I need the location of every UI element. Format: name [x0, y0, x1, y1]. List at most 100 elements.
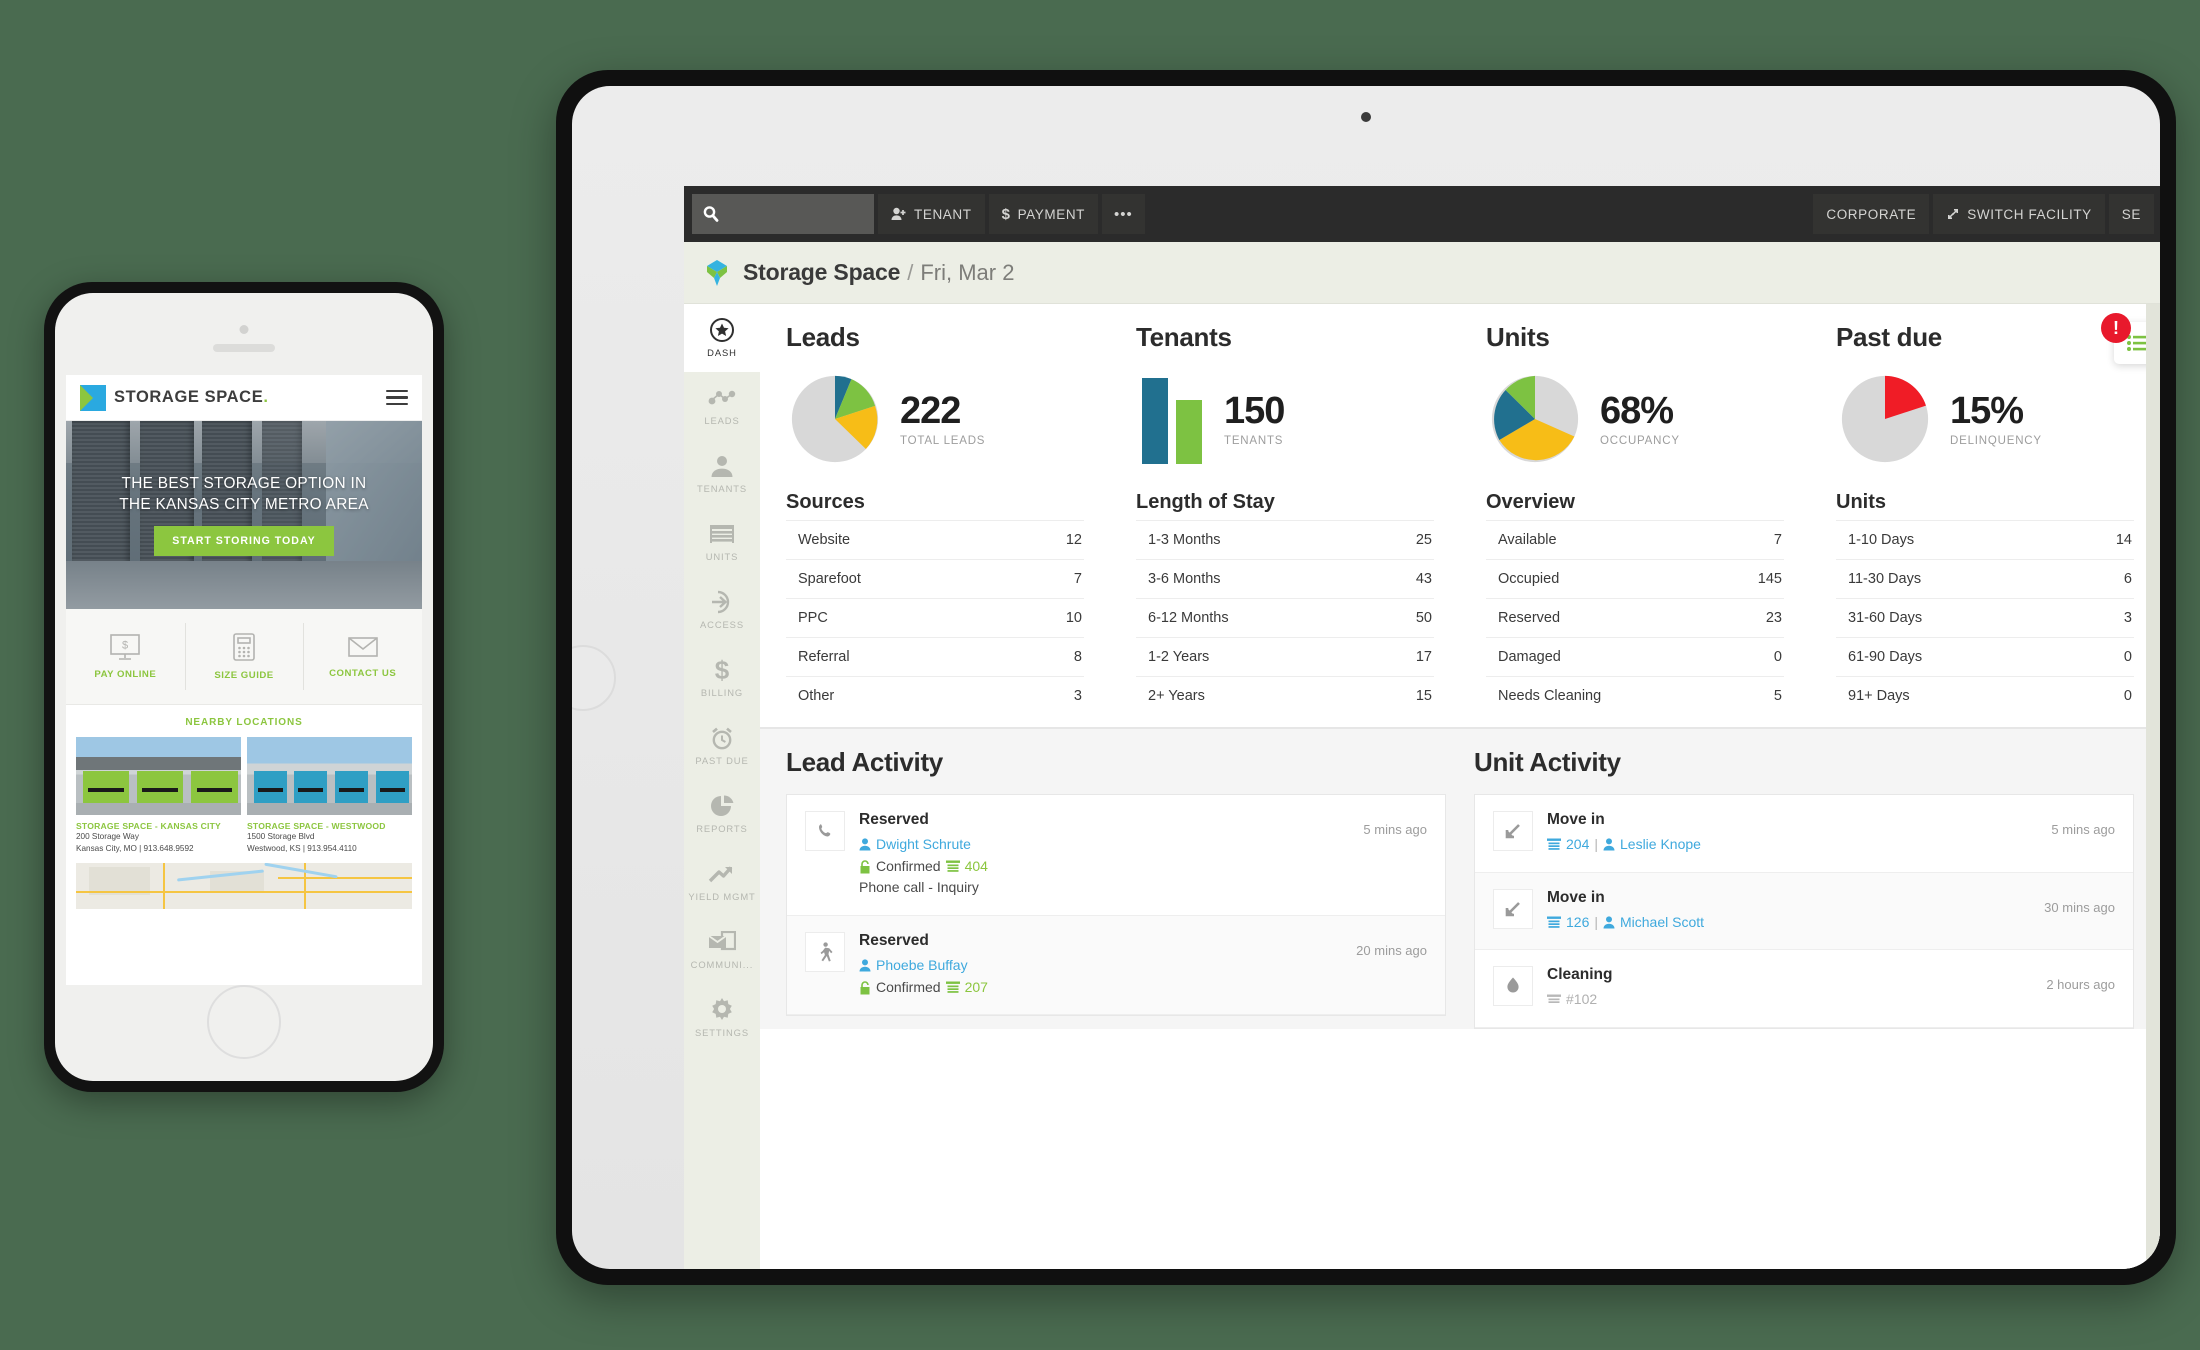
activity-unit-link[interactable]: 126 [1566, 912, 1589, 934]
table-row[interactable]: PPC 10 [786, 598, 1084, 637]
sidebar-item-reports[interactable]: REPORTS [684, 780, 760, 848]
table-row[interactable]: 31-60 Days 3 [1836, 598, 2134, 637]
row-value: 50 [1415, 610, 1432, 626]
table-row[interactable]: Occupied 145 [1486, 559, 1784, 598]
mobile-logo-text: STORAGE SPACE. [114, 388, 269, 407]
list-item[interactable]: Move in 126 | Michael Scott 30 mins ago [1475, 872, 2133, 951]
list-item[interactable]: Cleaning #102 2 hours ago [1475, 950, 2133, 1029]
droplet-icon [1493, 966, 1533, 1007]
row-value: 10 [1065, 610, 1082, 626]
tablet-home-button[interactable] [572, 644, 616, 711]
corporate-button[interactable]: CORPORATE [1813, 194, 1930, 234]
sidebar-item-leads[interactable]: LEADS [684, 372, 760, 440]
sidebar-item-billing[interactable]: $ BILLING [684, 644, 760, 712]
table-row[interactable]: 3-6 Months 43 [1136, 559, 1434, 598]
sidebar-label: TENANTS [696, 483, 748, 494]
sidebar-item-dash[interactable]: DASH [684, 304, 760, 372]
list-item[interactable]: Reserved Phoebe Buffay Confirmed 207 20 … [787, 916, 1445, 1016]
phone-home-button[interactable] [207, 985, 281, 1059]
table-row[interactable]: 2+ Years 15 [1136, 676, 1434, 715]
row-label: 11-30 Days [1848, 571, 1922, 587]
table-row[interactable]: 11-30 Days 6 [1836, 559, 2134, 598]
list-item[interactable]: Reserved Dwight Schrute Confirmed 404 Ph… [787, 795, 1445, 917]
activity-status: Reserved [859, 932, 929, 950]
payment-button[interactable]: $ PAYMENT [988, 194, 1099, 234]
pie-chart-icon [709, 794, 735, 818]
activity-unit-link[interactable]: 204 [1566, 834, 1589, 856]
activity-person-link[interactable]: Phoebe Buffay [876, 955, 968, 977]
more-button[interactable]: ••• [1102, 194, 1145, 234]
activity-time: 20 mins ago [1356, 943, 1427, 959]
switch-icon [1948, 209, 1959, 219]
past-due-units-table: 1-10 Days 14 11-30 Days 6 31-60 Days 3 61-9… [1836, 520, 2134, 715]
table-row[interactable]: 1-3 Months 25 [1136, 520, 1434, 559]
kpi-value: 15% [1950, 389, 2024, 432]
pay-online-label: PAY ONLINE [94, 669, 157, 680]
sidebar-item-units[interactable]: UNITS [684, 508, 760, 576]
activity-unit-link[interactable]: 207 [965, 977, 988, 999]
table-row[interactable]: 1-10 Days 14 [1836, 520, 2134, 559]
location-card[interactable]: STORAGE SPACE - KANSAS CITY 200 Storage … [76, 737, 241, 855]
switch-facility-label: SWITCH FACILITY [1967, 206, 2092, 222]
start-storing-today-button[interactable]: START STORING TODAY [154, 525, 334, 556]
table-row[interactable]: Other 3 [786, 676, 1084, 715]
mobile-quick-actions: $ PAY ONLINE SIZE GUIDE CONTACT US [66, 609, 422, 705]
search-input[interactable] [720, 206, 864, 222]
sidebar-label: DASH [707, 347, 737, 358]
mobile-site-header: STORAGE SPACE. [66, 375, 422, 421]
table-row[interactable]: Referral 8 [786, 637, 1084, 676]
arrow-in-icon [1493, 811, 1533, 851]
location-card[interactable]: STORAGE SPACE - WESTWOOD 1500 Storage Bl… [247, 737, 412, 855]
row-label: Damaged [1498, 649, 1561, 665]
activity-row: Lead Activity Reserved Dwight Schrute Co… [760, 728, 2160, 1030]
table-row[interactable]: Damaged 0 [1486, 637, 1784, 676]
location-city-phone: Westwood, KS | 913.954.4110 [247, 843, 357, 853]
table-row[interactable]: Available 7 [1486, 520, 1784, 559]
row-value: 6 [2123, 571, 2132, 587]
pay-online-action[interactable]: $ PAY ONLINE [66, 609, 185, 704]
table-row[interactable]: 61-90 Days 0 [1836, 637, 2134, 676]
phone-screen: STORAGE SPACE. THE BEST STORAGE OPTION I… [66, 375, 422, 985]
sidebar-item-settings[interactable]: SETTINGS [684, 984, 760, 1052]
unit-activity-section: Unit Activity Move in 204 | Leslie Knope… [1474, 747, 2134, 1030]
sidebar-item-communications[interactable]: COMMUNI... [684, 916, 760, 984]
person-icon [1603, 838, 1615, 851]
search-box[interactable] [692, 194, 874, 234]
mobile-logo[interactable]: STORAGE SPACE. [80, 384, 269, 411]
row-label: 1-2 Years [1148, 649, 1210, 665]
hamburger-menu-icon[interactable] [386, 389, 408, 406]
activity-unit-link[interactable]: #102 [1566, 989, 1597, 1011]
table-row[interactable]: Website 12 [786, 520, 1084, 559]
garage-door-icon [945, 860, 960, 872]
activity-person-link[interactable]: Michael Scott [1620, 912, 1704, 934]
location-photo [247, 737, 412, 815]
add-tenant-button[interactable]: TENANT [878, 194, 985, 234]
row-label: Sparefoot [798, 571, 861, 587]
sidebar-item-past-due[interactable]: PAST DUE [684, 712, 760, 780]
table-row[interactable]: 91+ Days 0 [1836, 676, 2134, 715]
switch-facility-button[interactable]: SWITCH FACILITY [1933, 194, 2105, 234]
location-name: STORAGE SPACE - WESTWOOD [247, 821, 386, 831]
sidebar-item-yield-mgmt[interactable]: YIELD MGMT [684, 848, 760, 916]
table-row[interactable]: Sparefoot 7 [786, 559, 1084, 598]
list-item[interactable]: Move in 204 | Leslie Knope 5 mins ago [1475, 795, 2133, 873]
sidebar-item-tenants[interactable]: TENANTS [684, 440, 760, 508]
person-icon [859, 959, 871, 972]
row-label: 6-12 Months [1148, 610, 1229, 626]
settings-initials-button[interactable]: SE [2108, 194, 2154, 234]
table-row[interactable]: Reserved 23 [1486, 598, 1784, 637]
row-label: PPC [798, 610, 828, 626]
table-row[interactable]: 6-12 Months 50 [1136, 598, 1434, 637]
nearby-locations-title: NEARBY LOCATIONS [185, 717, 303, 728]
table-row[interactable]: Needs Cleaning 5 [1486, 676, 1784, 715]
size-guide-action[interactable]: SIZE GUIDE [184, 609, 304, 704]
locations-map[interactable] [76, 862, 412, 909]
sidebar-item-access[interactable]: ACCESS [684, 576, 760, 644]
activity-unit-link[interactable]: 404 [965, 856, 988, 878]
table-row[interactable]: 1-2 Years 17 [1136, 637, 1434, 676]
sidebar-label: LEADS [704, 415, 740, 426]
activity-person-link[interactable]: Dwight Schrute [876, 834, 971, 856]
svg-text:$: $ [715, 657, 730, 683]
activity-person-link[interactable]: Leslie Knope [1620, 834, 1701, 856]
contact-us-action[interactable]: CONTACT US [303, 609, 422, 704]
